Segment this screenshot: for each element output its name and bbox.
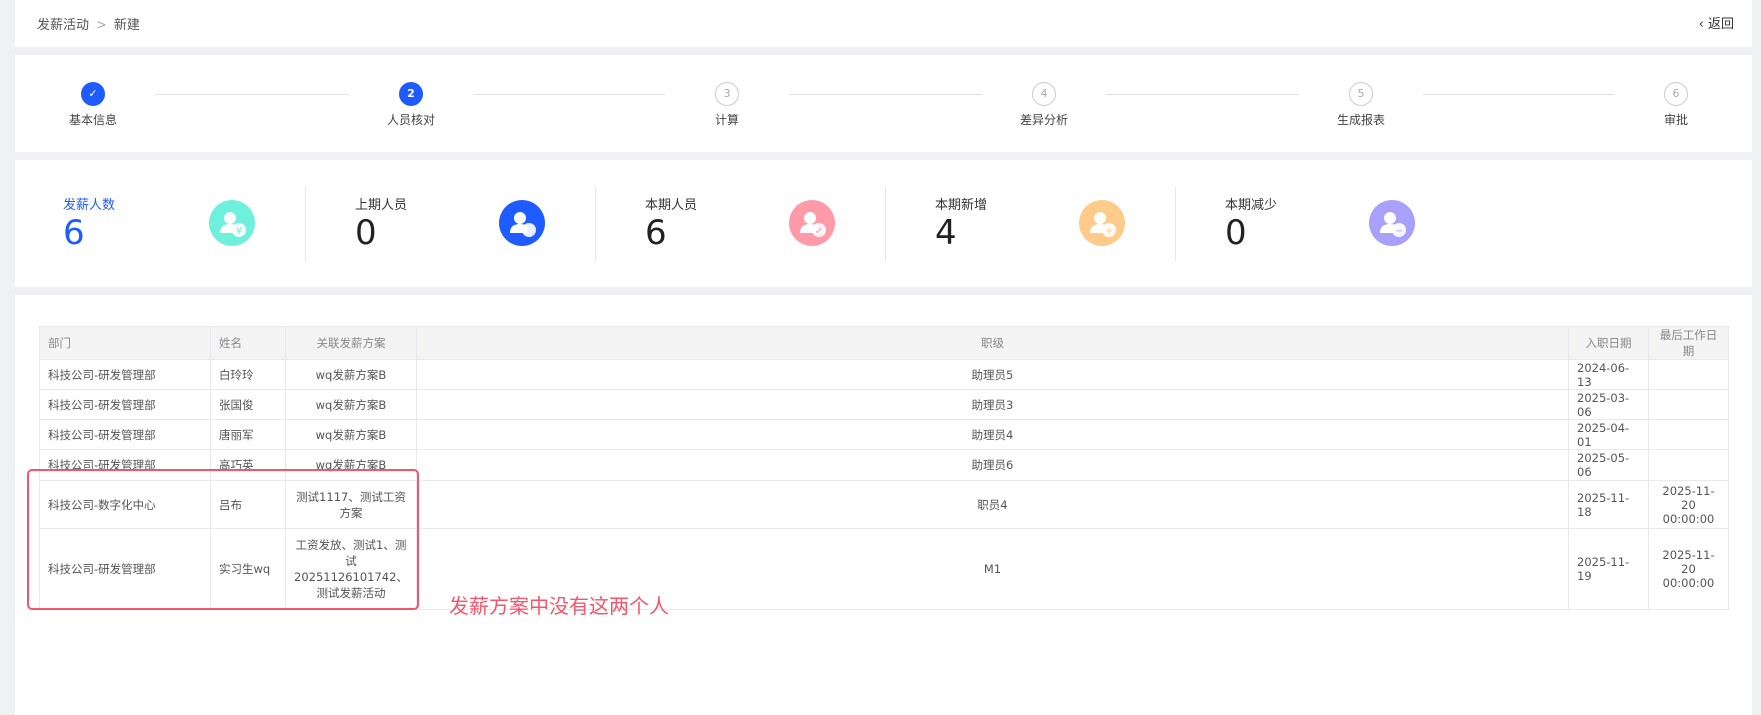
stat-label: 本期人员: [645, 198, 698, 213]
table-cell: 助理员6: [415, 449, 1570, 481]
table-cell: 助理员3: [415, 389, 1570, 420]
step-5[interactable]: 5 生成报表: [1301, 82, 1421, 128]
table-cell: [1648, 359, 1729, 390]
table-cell: [1648, 419, 1729, 450]
column-header: 关联发薪方案: [285, 326, 417, 360]
table-cell: 唐丽军: [210, 419, 286, 450]
step-connector: [1106, 94, 1299, 95]
back-button[interactable]: ‹ 返回: [1699, 13, 1734, 32]
stat-divider: [305, 187, 306, 261]
table-cell: 白玲玲: [210, 359, 286, 390]
step-number: 5: [1349, 82, 1373, 106]
table-cell: 科技公司-研发管理部: [39, 419, 211, 450]
step-label: 审批: [1663, 113, 1688, 127]
table-cell: 2024-06-13: [1568, 359, 1649, 390]
step-label: 生成报表: [1336, 113, 1385, 127]
user-check-icon: ✓: [789, 200, 835, 246]
stat-5: 本期减少 0: [1225, 194, 1277, 253]
stat-1: 发薪人数 6: [63, 194, 115, 253]
stat-4: 本期新增 4: [935, 194, 987, 253]
users-icon: [499, 200, 545, 246]
table-cell: wq发薪方案B: [285, 389, 417, 420]
column-header: 部门: [39, 326, 211, 360]
svg-text:¥: ¥: [236, 226, 242, 237]
step-label: 基本信息: [68, 113, 117, 127]
table-row: 科技公司-研发管理部 白玲玲 wq发薪方案B 助理员5 2024-06-13: [39, 359, 1729, 390]
breadcrumb-item-activity[interactable]: 发薪活动: [37, 18, 89, 33]
breadcrumb-item-new: 新建: [113, 18, 140, 33]
stat-label: 本期新增: [935, 198, 988, 213]
stat-2: 上期人员 0: [355, 194, 407, 253]
table-cell: 2025-05-06: [1568, 449, 1649, 481]
table-cell: 科技公司-研发管理部: [39, 359, 211, 390]
svg-text:+: +: [1105, 226, 1113, 237]
stat-divider: [1175, 187, 1176, 261]
back-label: 返回: [1707, 17, 1734, 32]
column-header: 入职日期: [1568, 326, 1649, 360]
user-yen-icon: ¥: [209, 200, 255, 246]
step-label: 差异分析: [1019, 113, 1068, 127]
stat-value: 6: [63, 213, 85, 253]
table-cell: 2025-11-18: [1568, 480, 1649, 529]
svg-text:−: −: [1395, 226, 1403, 237]
table-cell: 2025-11-20 00:00:00: [1648, 528, 1729, 610]
stat-label: 上期人员: [355, 198, 408, 213]
column-header: 最后工作日期: [1648, 326, 1729, 360]
step-connector: [155, 94, 349, 95]
step-number: 2: [399, 82, 423, 106]
table-cell: wq发薪方案B: [285, 359, 417, 390]
table-cell: [1648, 389, 1729, 420]
table-cell: 科技公司-研发管理部: [39, 389, 211, 420]
annotation-text: 发薪方案中没有这两个人: [449, 594, 669, 618]
stat-value: 0: [1225, 213, 1247, 253]
table-row: 科技公司-研发管理部 张国俊 wq发薪方案B 助理员3 2025-03-06: [39, 389, 1729, 420]
step-connector: [789, 94, 982, 95]
stat-value: 6: [645, 213, 667, 253]
table-header-row: 部门 姓名 关联发薪方案 职级 入职日期 最后工作日期: [39, 326, 1729, 360]
column-header: 职级: [415, 326, 1570, 360]
step-connector: [1423, 94, 1614, 95]
table-cell: 2025-11-19: [1568, 528, 1649, 610]
step-connector: [473, 94, 665, 95]
stat-value: 0: [355, 213, 377, 253]
stat-divider: [885, 187, 886, 261]
step-number: 6: [1664, 82, 1688, 106]
svg-text:✓: ✓: [815, 226, 823, 237]
table-cell: 助理员4: [415, 419, 1570, 450]
stat-label: 本期减少: [1225, 198, 1278, 213]
stats-panel: 发薪人数 6 ¥ 上期人员 0 本期人员 6 ✓ 本期新增 4 + 本期减少 0−: [15, 160, 1752, 287]
breadcrumb: 发薪活动 > 新建: [37, 14, 140, 33]
table-cell: 2025-03-06: [1568, 389, 1649, 420]
step-4[interactable]: 4 差异分析: [984, 82, 1104, 128]
table-row: 科技公司-研发管理部 唐丽军 wq发薪方案B 助理员4 2025-04-01: [39, 419, 1729, 450]
step-label: 计算: [714, 113, 739, 127]
step-1[interactable]: ✓ 基本信息: [33, 82, 153, 128]
table-cell: 助理员5: [415, 359, 1570, 390]
chevron-left-icon: ‹: [1698, 17, 1708, 32]
step-number: 4: [1032, 82, 1056, 106]
stat-value: 4: [935, 213, 957, 253]
step-3[interactable]: 3 计算: [667, 82, 787, 128]
table-cell: 2025-04-01: [1568, 419, 1649, 450]
header-bar: 发薪活动 > 新建 ‹ 返回: [15, 0, 1752, 47]
check-icon: ✓: [81, 82, 105, 106]
stat-divider: [595, 187, 596, 261]
column-header: 姓名: [210, 326, 286, 360]
table-cell: [1648, 449, 1729, 481]
table-cell: 职员4: [415, 480, 1570, 529]
table-cell: 张国俊: [210, 389, 286, 420]
table-cell: wq发薪方案B: [285, 419, 417, 450]
step-label: 人员核对: [386, 113, 435, 127]
step-6[interactable]: 6 审批: [1616, 82, 1736, 128]
user-plus-icon: +: [1079, 200, 1125, 246]
chevron-right-icon: >: [96, 18, 107, 33]
highlight-box: [27, 469, 419, 610]
step-2[interactable]: 2 人员核对: [351, 82, 471, 128]
stat-3: 本期人员 6: [645, 194, 697, 253]
user-minus-icon: −: [1369, 200, 1415, 246]
stat-label: 发薪人数: [63, 198, 116, 213]
step-number: 3: [715, 82, 739, 106]
steps-bar: ✓ 基本信息 2 人员核对 3 计算 4 差异分析 5 生成报表 6 审批: [15, 55, 1752, 152]
table-cell: 2025-11-20 00:00:00: [1648, 480, 1729, 529]
